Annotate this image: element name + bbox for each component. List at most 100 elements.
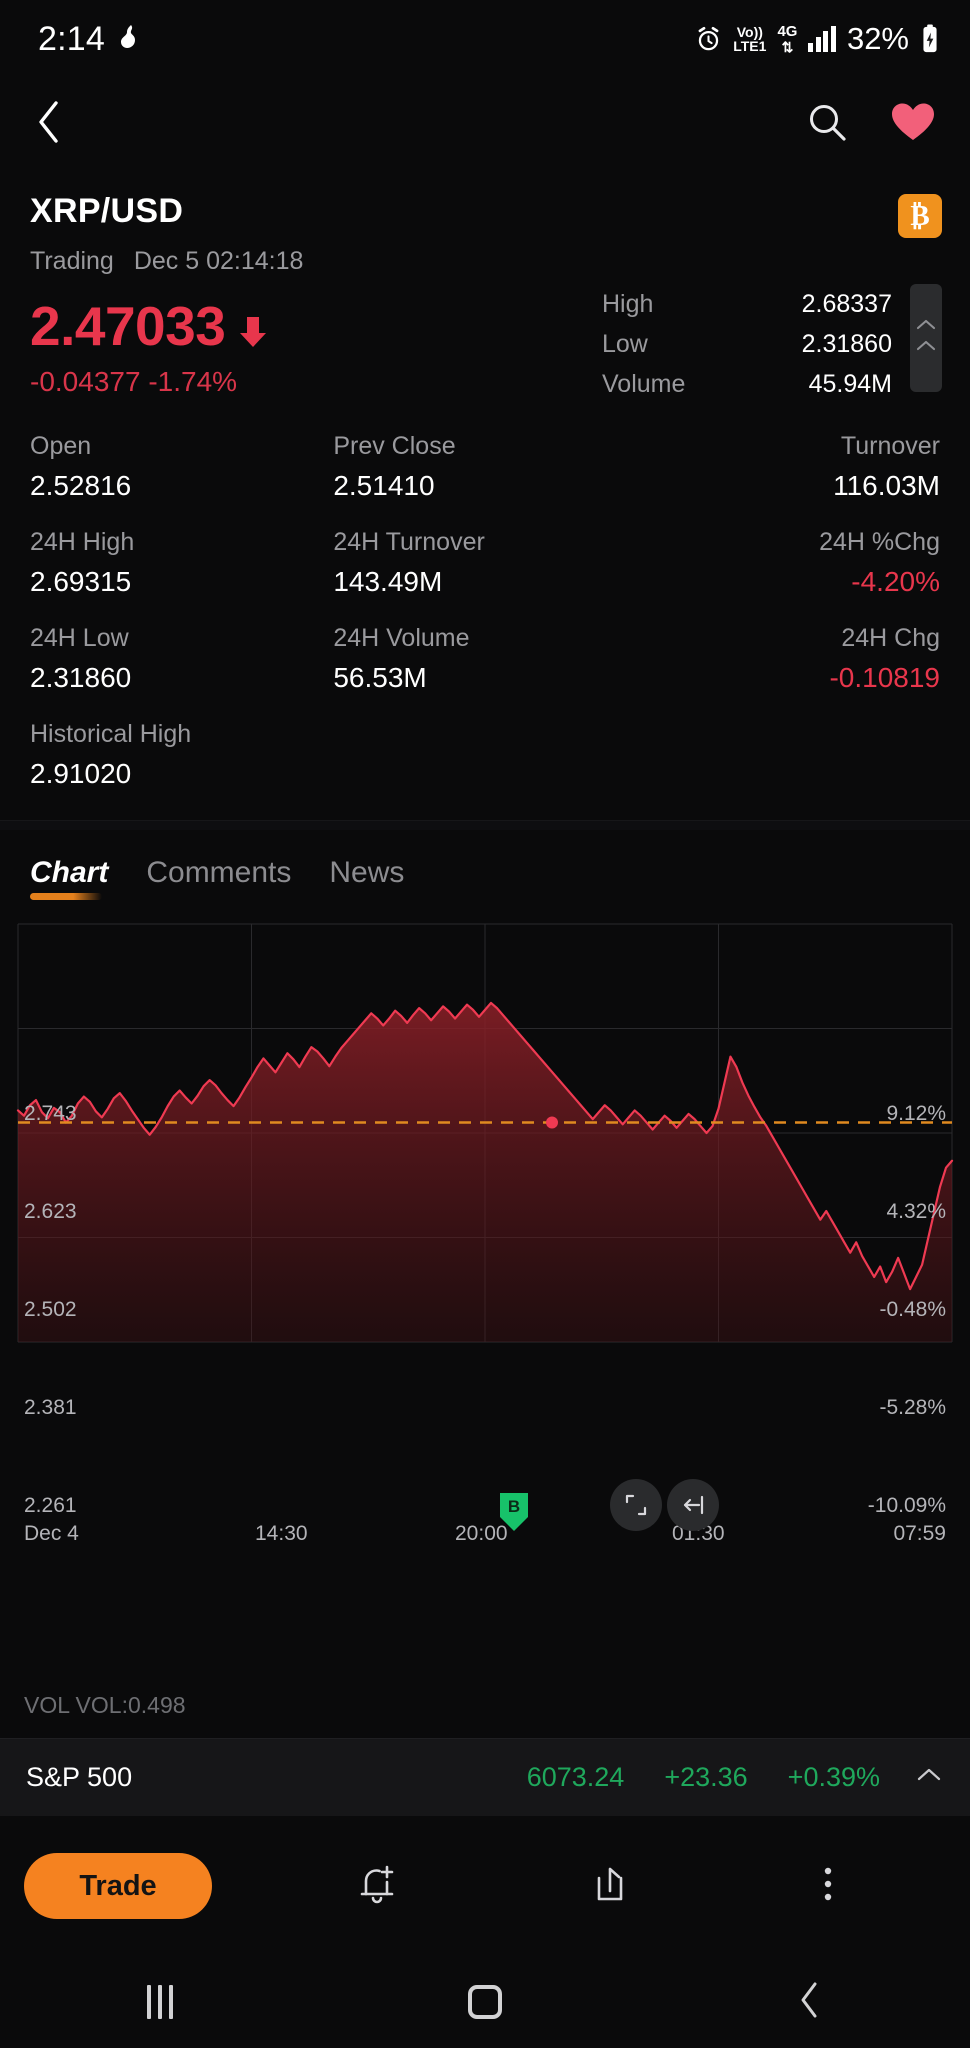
bell-plus-icon[interactable] [355,1861,399,1912]
stat-value: 2.51410 [333,469,435,501]
quote-value: 2.31860 [801,330,892,358]
symbol-subtitle: Trading Dec 5 02:14:18 [30,247,940,276]
quote-row-low: Low 2.31860 [602,330,892,359]
x-axis-tick: 14:30 [255,1522,308,1545]
index-value: 6073.24 [526,1762,625,1792]
y2-axis-tick: 4.32% [886,1200,946,1223]
price-left: 2.47033 -0.04377 -1.74% [30,295,267,398]
y2-axis-tick: -0.48% [879,1298,946,1321]
stat-label: 24H High [30,527,135,556]
price-change-abs: -0.04377 [30,365,141,397]
stat-24h-chg: 24H Chg -0.10819 [637,624,940,694]
quote-value: 45.94M [808,370,892,398]
stat-label: Historical High [30,719,192,748]
svg-text:B: B [508,1497,520,1516]
y-axis-tick: 2.381 [24,1396,77,1419]
stat-open: Open 2.52816 [30,432,333,502]
stat-historical-high: Historical High 2.91020 [30,720,333,790]
stat-label: 24H %Chg [819,527,940,556]
back-button[interactable] [34,99,64,150]
recents-icon[interactable] [147,1985,174,2019]
stat-label: 24H Low [30,623,129,652]
statistics-grid: Open 2.52816 Prev Close 2.51410 Turnover… [0,398,970,790]
bottom-action-bar: Trade [0,1816,970,1956]
trading-status: Trading [30,247,114,275]
page-title: XRP/USD [30,192,184,230]
tab-comments[interactable]: Comments [146,856,291,900]
buy-marker-icon[interactable]: B [497,1490,531,1534]
stat-turnover: Turnover 116.03M [637,432,940,502]
quote-label: High [602,290,654,318]
quote-row-high: High 2.68337 [602,290,892,319]
quote-row-volume: Volume 45.94M [602,370,892,399]
fullscreen-icon[interactable] [610,1479,662,1531]
index-change-pct: +0.39% [787,1762,880,1792]
top-nav-actions [806,101,936,148]
y2-axis-tick: -10.09% [867,1494,946,1517]
stat-label: Open [30,431,92,460]
index-values: 6073.24 +23.36 +0.39% [527,1762,880,1793]
stat-24h-low: 24H Low 2.31860 [30,624,333,694]
stat-value: -0.10819 [829,661,940,693]
section-divider [0,819,970,830]
stat-24h-pct-chg: 24H %Chg -4.20% [637,528,940,598]
stat-value: 143.49M [333,565,443,597]
chart-canvas[interactable] [0,916,970,1386]
index-name: S&P 500 [26,1762,133,1792]
action-icons [212,1861,970,1912]
index-change: +23.36 [664,1762,748,1792]
y-axis-tick: 2.743 [24,1102,77,1125]
search-icon[interactable] [806,101,848,148]
trade-button[interactable]: Trade [24,1853,212,1919]
alarm-icon [695,26,722,53]
stat-value: 2.31860 [30,661,132,693]
stat-label: 24H Chg [841,623,940,652]
chevron-up-icon [915,318,937,337]
content-tabs: Chart Comments News [0,830,970,900]
heart-icon[interactable] [890,101,936,148]
tab-news[interactable]: News [329,856,404,900]
bitcoin-badge-icon[interactable]: ₿ [898,194,942,238]
stat-24h-turnover: 24H Turnover 143.49M [333,528,636,598]
price-change: -0.04377 -1.74% [30,366,237,398]
stat-value: 2.69315 [30,565,132,597]
stat-label: Prev Close [333,431,456,460]
home-icon[interactable] [467,1985,502,2019]
price-chart[interactable] [0,916,970,1386]
status-bar-right: Vo)) LTE1 4G ⇅ 32% [695,21,940,57]
volte-icon: Vo)) LTE1 [733,24,767,54]
more-vertical-icon[interactable] [821,1861,835,1912]
last-price: 2.47033 [30,295,226,357]
back-icon[interactable] [797,1980,823,2025]
volume-indicator-label: VOL VOL:0.498 [24,1692,186,1719]
scroll-to-latest-icon[interactable] [667,1479,719,1531]
last-price-row: 2.47033 [30,295,267,357]
quote-label: Volume [602,370,686,398]
status-bar: 2:14 Vo)) LTE1 4G ⇅ 32% [0,0,970,78]
chevron-up-icon [915,339,937,358]
x-axis-tick: Dec 4 [24,1522,79,1545]
stat-label: 24H Volume [333,623,470,652]
index-ticker-bar[interactable]: S&P 500 6073.24 +23.36 +0.39% [0,1738,970,1816]
app-notification-icon [119,24,143,54]
share-icon[interactable] [588,1861,632,1912]
battery-charging-icon [920,24,940,54]
battery-percent: 32% [846,21,909,56]
x-axis-tick: 07:59 [893,1522,946,1545]
stat-value: 2.91020 [30,757,132,789]
stat-24h-volume: 24H Volume 56.53M [333,624,636,694]
expand-quote-panel-button[interactable] [910,284,942,392]
stat-value: 56.53M [333,661,427,693]
price-block: 2.47033 -0.04377 -1.74% High 2.68337 Low… [0,276,970,398]
tab-chart[interactable]: Chart [30,856,108,900]
signal-bars-icon [808,26,836,52]
symbol-header: XRP/USD Trading Dec 5 02:14:18 ₿ [0,170,970,276]
top-navigation-bar [0,78,970,170]
y-axis-tick: 2.623 [24,1200,77,1223]
chevron-up-icon[interactable] [914,1765,944,1790]
stat-label: Turnover [840,431,940,460]
app-screen: 2:14 Vo)) LTE1 4G ⇅ 32% XRP/USD Trading … [0,0,970,2048]
volume-indicator-text: VOL VOL:0.498 [24,1692,186,1718]
stat-label: 24H Turnover [333,527,485,556]
stat-24h-high: 24H High 2.69315 [30,528,333,598]
